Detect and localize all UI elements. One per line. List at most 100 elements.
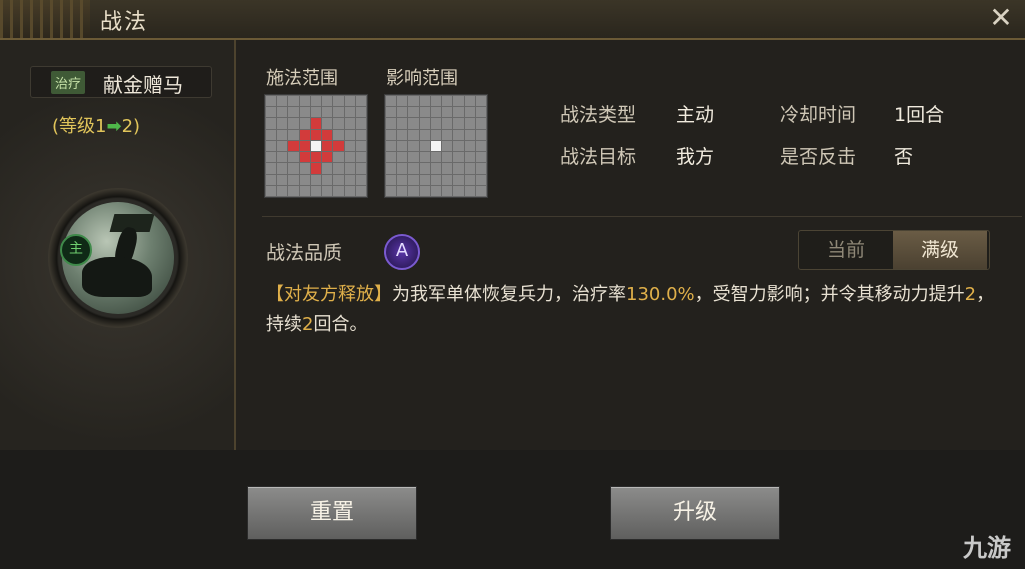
range-cell (310, 118, 322, 129)
range-cell (464, 185, 475, 196)
range-cell (333, 118, 344, 129)
range-cell (355, 174, 366, 185)
range-cell (310, 96, 322, 107)
range-cell (386, 96, 397, 107)
description-part-2: ，受智力影响；并令其移动力提升 (694, 284, 965, 305)
level-indicator: (等级1➡2) (52, 112, 140, 138)
range-cell (310, 129, 322, 140)
range-cell (310, 174, 322, 185)
range-cell (408, 163, 419, 174)
range-cell (397, 163, 408, 174)
close-icon[interactable]: ✕ (987, 4, 1015, 32)
range-cell (355, 140, 366, 152)
range-cell (408, 140, 419, 152)
range-cell (464, 118, 475, 129)
range-cell (333, 174, 344, 185)
upgrade-button[interactable]: 升级 (610, 486, 780, 540)
range-cell (277, 140, 288, 152)
range-cell (442, 96, 453, 107)
range-cell (464, 107, 475, 118)
range-cell (386, 140, 397, 152)
range-cell (344, 96, 355, 107)
range-cell (310, 107, 322, 118)
range-cell (442, 129, 453, 140)
range-cell (453, 96, 464, 107)
range-cell (322, 118, 333, 129)
range-cell (397, 185, 408, 196)
range-cell (408, 185, 419, 196)
range-cell (386, 107, 397, 118)
range-cell (442, 163, 453, 174)
range-cell (266, 129, 277, 140)
range-cell (430, 185, 442, 196)
range-cell (475, 163, 486, 174)
range-cell (419, 163, 430, 174)
skill-description: 【对友方释放】为我军单体恢复兵力，治疗率130.0%，受智力影响；并令其移动力提… (266, 280, 1006, 340)
range-cell (310, 152, 322, 163)
range-cell (344, 107, 355, 118)
range-cell (453, 185, 464, 196)
range-cell (299, 140, 310, 152)
range-cell (419, 185, 430, 196)
range-cell (464, 152, 475, 163)
range-cell (299, 174, 310, 185)
range-cell (419, 140, 430, 152)
skill-summary-panel: 治疗 献金赠马 (等级1➡2) 主 (0, 40, 236, 450)
range-cell (453, 174, 464, 185)
range-cell (355, 185, 366, 196)
range-cell (322, 163, 333, 174)
range-cell (475, 118, 486, 129)
range-cell (419, 96, 430, 107)
title-bar: 战法 ✕ (0, 0, 1025, 40)
range-cell (266, 152, 277, 163)
effect-range-label: 影响范围 (386, 68, 458, 89)
range-cell (277, 129, 288, 140)
range-cell (464, 174, 475, 185)
range-cell (266, 118, 277, 129)
watermark-logo: 九游 (963, 534, 1011, 562)
range-cell (344, 129, 355, 140)
range-cell (277, 152, 288, 163)
description-part-1: 为我军单体恢复兵力，治疗率 (392, 284, 626, 305)
range-cell (408, 107, 419, 118)
range-cell (322, 152, 333, 163)
range-cell (299, 152, 310, 163)
range-cell (464, 129, 475, 140)
range-cell (266, 185, 277, 196)
range-cell (299, 129, 310, 140)
range-cell (397, 174, 408, 185)
arrow-right-icon: ➡ (106, 116, 122, 137)
range-cell (344, 118, 355, 129)
title-ornament (0, 0, 90, 38)
range-cell (288, 129, 299, 140)
range-cell (266, 174, 277, 185)
range-cell (430, 118, 442, 129)
range-cell (430, 96, 442, 107)
level-toggle: 当前 满级 (798, 230, 990, 270)
range-cell (419, 107, 430, 118)
range-cell (344, 163, 355, 174)
main-skill-badge: 主 (60, 234, 92, 266)
range-cell (333, 185, 344, 196)
range-cell (430, 140, 442, 152)
range-cell (277, 118, 288, 129)
range-cell (277, 163, 288, 174)
range-cell (277, 185, 288, 196)
toggle-current[interactable]: 当前 (799, 231, 893, 269)
toggle-max-level[interactable]: 满级 (893, 231, 987, 269)
reset-button[interactable]: 重置 (247, 486, 417, 540)
divider (262, 216, 1022, 217)
cast-range-label: 施法范围 (266, 68, 338, 89)
range-cell (464, 140, 475, 152)
range-cell (299, 118, 310, 129)
skill-target-label: 战法目标 (560, 146, 637, 168)
description-tag: 【对友方释放】 (266, 284, 392, 305)
action-bar (0, 450, 1025, 569)
skill-name: 献金赠马 (103, 73, 183, 97)
skill-target-value: 我方 (676, 146, 715, 168)
range-cell (322, 107, 333, 118)
range-cell (266, 163, 277, 174)
range-cell (475, 185, 486, 196)
range-cell (355, 96, 366, 107)
page-title: 战法 (100, 10, 149, 35)
